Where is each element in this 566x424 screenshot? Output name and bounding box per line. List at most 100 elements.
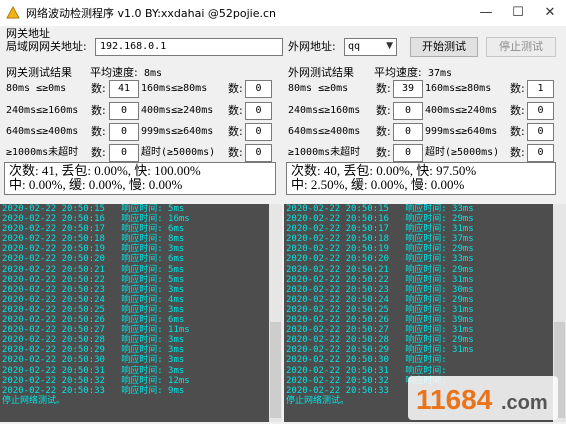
log-line: 2020-02-22 20:50:30 响应时间: xyxy=(286,355,453,366)
maximize-button[interactable]: ☐ xyxy=(502,0,534,26)
count-field[interactable]: 0 xyxy=(527,102,554,120)
log-line: 2020-02-22 20:50:25 响应时间: 3ms xyxy=(2,304,185,315)
count-field[interactable]: 0 xyxy=(527,123,554,141)
range-label: ≥1000ms未超时 xyxy=(6,147,79,158)
log-line: 2020-02-22 20:50:30 响应时间: 3ms xyxy=(2,355,185,366)
count-label: 数: xyxy=(228,125,243,138)
log-line: 2020-02-22 20:50:27 响应时间: 31ms xyxy=(286,325,474,336)
wan-results-title: 外网测试结果 xyxy=(288,66,354,79)
gateway-log-scrollbar[interactable] xyxy=(269,204,282,422)
count-field[interactable]: 0 xyxy=(109,123,139,141)
wan-summary-line1: 次数: 40, 丢包: 0.00%, 快: 97.50% xyxy=(291,163,477,178)
log-line: 2020-02-22 20:50:22 响应时间: 31ms xyxy=(286,274,474,285)
count-field[interactable]: 0 xyxy=(527,144,554,162)
close-button[interactable]: ✕ xyxy=(534,0,566,26)
count-field[interactable]: 0 xyxy=(245,102,272,120)
gateway-avg-value: 8ms xyxy=(144,68,163,79)
log-line: 2020-02-22 20:50:29 响应时间: 31ms xyxy=(286,345,474,356)
count-label: 数: xyxy=(510,82,525,95)
range-label: 80ms ≤≥0ms xyxy=(288,83,349,94)
log-line: 2020-02-22 20:50:23 响应时间: 3ms xyxy=(2,284,185,295)
range-label: 240ms≤≥160ms xyxy=(288,105,361,116)
count-field[interactable]: 41 xyxy=(109,80,139,98)
count-field[interactable]: 0 xyxy=(393,123,423,141)
log-line: 2020-02-22 20:50:31 响应时间: xyxy=(286,365,453,376)
range-label: 160ms≤≥80ms xyxy=(425,83,492,94)
log-line: 2020-02-22 20:50:20 响应时间: 33ms xyxy=(286,254,474,265)
range-label: 999ms≤≥640ms xyxy=(425,126,498,137)
log-line: 2020-02-22 20:50:22 响应时间: 5ms xyxy=(2,274,185,285)
log-line: 2020-02-22 20:50:21 响应时间: 5ms xyxy=(2,264,185,275)
log-line: 2020-02-22 20:50:21 响应时间: 29ms xyxy=(286,264,474,275)
log-line: 2020-02-22 20:50:15 响应时间: 5ms xyxy=(2,204,185,214)
minimize-button[interactable]: — xyxy=(470,0,502,26)
log-line: 2020-02-22 20:50:24 响应时间: 29ms xyxy=(286,294,474,305)
count-field[interactable]: 0 xyxy=(109,102,139,120)
gateway-section-label: 网关地址 xyxy=(6,27,50,40)
count-field[interactable]: 39 xyxy=(393,80,423,98)
lan-gateway-label: 局域网网关地址: xyxy=(6,40,87,53)
log-line: 2020-02-22 20:50:18 响应时间: 37ms xyxy=(286,234,474,245)
range-label: 超时(≥5000ms) xyxy=(141,147,216,158)
range-label: 80ms ≤≥0ms xyxy=(6,83,67,94)
range-label: 160ms≤≥80ms xyxy=(141,83,208,94)
count-field[interactable]: 0 xyxy=(393,144,423,162)
log-line: 停止网络测试。 xyxy=(2,395,66,406)
count-label: 数: xyxy=(228,146,243,159)
title-bar: 网络波动检测程序 v1.0 BY:xxdahai @52pojie.cn — ☐… xyxy=(0,0,566,26)
count-label: 数: xyxy=(91,146,106,159)
wan-summary-line2: 中: 2.50%, 缓: 0.00%, 慢: 0.00% xyxy=(291,177,465,192)
count-field[interactable]: 0 xyxy=(245,80,272,98)
count-field[interactable]: 0 xyxy=(245,123,272,141)
lan-gateway-value: 192.168.0.1 xyxy=(100,41,167,52)
log-line: 2020-02-22 20:50:26 响应时间: 6ms xyxy=(2,315,185,326)
log-line: 2020-02-22 20:50:15 响应时间: 33ms xyxy=(286,204,474,214)
log-line: 2020-02-22 20:50:32 响应时间: 12ms xyxy=(2,375,190,386)
app-icon xyxy=(6,6,20,19)
gateway-summary: 次数: 41, 丢包: 0.00%, 快: 100.00% 中: 0.00%, … xyxy=(4,162,276,195)
wan-address-select[interactable]: qq ▼ xyxy=(344,38,397,56)
log-line: 2020-02-22 20:50:24 响应时间: 4ms xyxy=(2,294,185,305)
window-title: 网络波动检测程序 v1.0 BY:xxdahai @52pojie.cn xyxy=(26,7,277,20)
watermark-logo: 11684 .com xyxy=(408,376,558,420)
log-line: 2020-02-22 20:50:18 响应时间: 8ms xyxy=(2,234,185,245)
wan-avg-label: 平均速度: xyxy=(374,66,422,79)
wan-summary: 次数: 40, 丢包: 0.00%, 快: 97.50% 中: 2.50%, 缓… xyxy=(286,162,556,195)
count-label: 数: xyxy=(228,82,243,95)
count-field[interactable]: 0 xyxy=(109,144,139,162)
log-line: 2020-02-22 20:50:19 响应时间: 3ms xyxy=(2,244,185,255)
watermark: 11684 .com xyxy=(408,376,558,423)
range-label: 999ms≤≥640ms xyxy=(141,126,214,137)
lan-gateway-input[interactable]: 192.168.0.1 xyxy=(95,38,283,56)
count-label: 数: xyxy=(376,146,391,159)
gateway-log[interactable]: 2020-02-22 20:50:15 响应时间: 5ms 2020-02-22 … xyxy=(0,204,282,422)
range-label: 超时(≥5000ms) xyxy=(425,147,500,158)
log-line: 2020-02-22 20:50:26 响应时间: 39ms xyxy=(286,315,474,326)
count-label: 数: xyxy=(91,125,106,138)
count-label: 数: xyxy=(91,104,106,117)
count-label: 数: xyxy=(510,146,525,159)
wan-avg-value: 37ms xyxy=(428,68,453,79)
log-line: 2020-02-22 20:50:20 响应时间: 6ms xyxy=(2,254,185,265)
count-field[interactable]: 0 xyxy=(245,144,272,162)
count-label: 数: xyxy=(228,104,243,117)
range-label: 640ms≤≥400ms xyxy=(288,126,361,137)
count-field[interactable]: 0 xyxy=(393,102,423,120)
log-line: 2020-02-22 20:50:25 响应时间: 31ms xyxy=(286,304,474,315)
log-line: 2020-02-22 20:50:23 响应时间: 30ms xyxy=(286,284,474,295)
count-label: 数: xyxy=(510,104,525,117)
log-line: 2020-02-22 20:50:27 响应时间: 11ms xyxy=(2,325,190,336)
wan-address-label: 外网地址: xyxy=(288,40,336,53)
range-label: 400ms≤≥240ms xyxy=(425,105,498,116)
gateway-summary-line1: 次数: 41, 丢包: 0.00%, 快: 100.00% xyxy=(9,163,201,178)
range-label: 240ms≤≥160ms xyxy=(6,105,79,116)
log-line: 2020-02-22 20:50:16 响应时间: 16ms xyxy=(2,214,190,225)
start-test-button[interactable]: 开始测试 xyxy=(410,37,478,57)
count-field[interactable]: 1 xyxy=(527,80,554,98)
scroll-thumb[interactable] xyxy=(270,322,281,418)
range-label: ≥1000ms未超时 xyxy=(288,147,361,158)
count-label: 数: xyxy=(376,125,391,138)
log-line: 2020-02-22 20:50:16 响应时间: 29ms xyxy=(286,214,474,225)
stop-test-button[interactable]: 停止测试 xyxy=(486,37,556,57)
log-line: 2020-02-22 20:50:17 响应时间: 6ms xyxy=(2,224,185,235)
